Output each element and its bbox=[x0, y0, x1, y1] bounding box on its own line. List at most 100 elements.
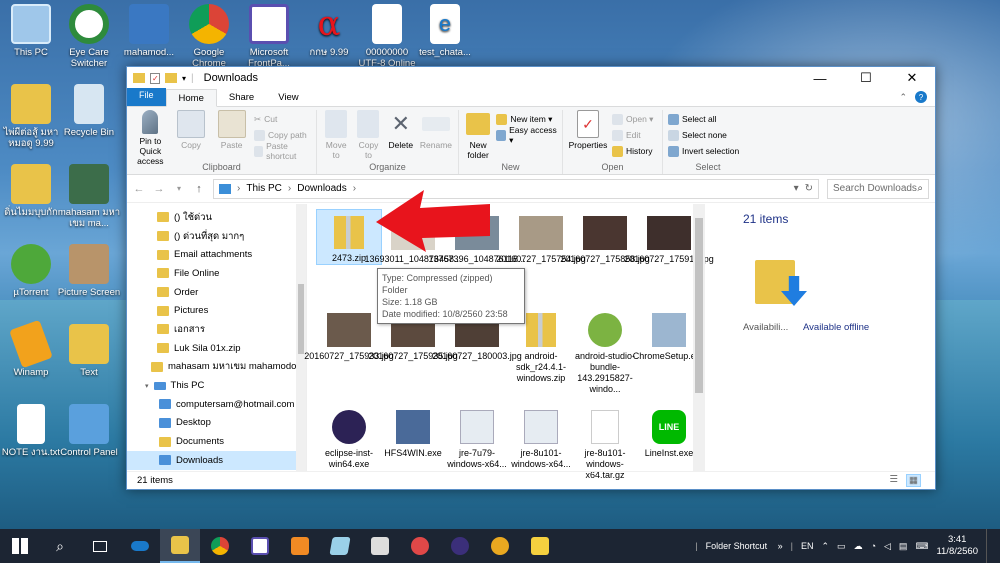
cloud-icon[interactable]: ☁ bbox=[854, 541, 863, 552]
invert-selection-button[interactable]: Invert selection bbox=[668, 144, 739, 158]
copy-path-button[interactable]: Copy path bbox=[254, 128, 311, 142]
tab-home[interactable]: Home bbox=[165, 89, 217, 107]
desktop-icon-utf8[interactable]: 00000000 UTF-8 Online bbox=[354, 4, 420, 69]
volume-icon[interactable]: ◁ bbox=[884, 541, 891, 552]
desktop-icon-mahasam[interactable]: mahasam มหาเขม ma... bbox=[56, 164, 122, 229]
address-dropdown-icon[interactable]: ▾ bbox=[794, 183, 799, 194]
nav-item-this-pc[interactable]: ▾ This PC bbox=[145, 376, 306, 395]
taskbar-app[interactable] bbox=[320, 529, 360, 563]
network-icon[interactable]: ▤ bbox=[899, 541, 908, 552]
file-scrollbar-thumb[interactable] bbox=[695, 218, 703, 393]
desktop-icon-utorrent[interactable]: µTorrent bbox=[0, 244, 64, 298]
nav-item[interactable]: Luk Sila 01x.zip bbox=[157, 339, 306, 358]
file-scrollbar[interactable] bbox=[693, 204, 705, 471]
taskbar-chrome[interactable] bbox=[200, 529, 240, 563]
search-button[interactable]: ⌕ bbox=[40, 529, 80, 563]
tab-share[interactable]: Share bbox=[217, 88, 266, 106]
desktop-icon-winamp[interactable]: Winamp bbox=[0, 319, 64, 378]
large-icons-view-icon[interactable]: ▦ bbox=[906, 474, 921, 487]
show-desktop-button[interactable] bbox=[986, 529, 992, 563]
desktop-icon-chrome[interactable]: Google Chrome bbox=[176, 4, 242, 69]
minimize-button[interactable]: — bbox=[797, 67, 843, 89]
cut-button[interactable]: ✂ Cut bbox=[254, 112, 311, 126]
desktop-icon-eye-care[interactable]: Eye Care Switcher bbox=[56, 4, 122, 69]
chevron-up-icon[interactable]: ⌃ bbox=[822, 541, 830, 552]
nav-item[interactable]: computersam@hotmail.com bbox=[159, 395, 306, 414]
collapse-ribbon-icon[interactable]: ⌃ bbox=[899, 92, 907, 103]
desktop-icon-note[interactable]: NOTE งาน.txt bbox=[0, 404, 64, 458]
forward-button[interactable]: → bbox=[153, 183, 165, 195]
tab-file[interactable]: File bbox=[127, 88, 166, 106]
back-button[interactable]: ← bbox=[133, 183, 145, 195]
open-button[interactable]: Open ▾ bbox=[612, 112, 653, 126]
recent-locations-icon[interactable]: ▾ bbox=[173, 184, 185, 193]
nav-item-user[interactable]: mahasam มหาเขม mahamodo. bbox=[151, 358, 306, 377]
toolbar-label[interactable]: Folder Shortcut bbox=[706, 541, 770, 551]
customize-quick-access-icon[interactable]: ▾ bbox=[182, 74, 186, 83]
nav-item[interactable]: File Online bbox=[157, 264, 306, 283]
desktop-icon-alpha[interactable]: α กกษ 9.99 bbox=[296, 4, 362, 58]
taskbar-settings[interactable] bbox=[480, 529, 520, 563]
nav-item[interactable]: Email attachments bbox=[157, 245, 306, 264]
desktop-icon-control-panel[interactable]: Control Panel bbox=[56, 404, 122, 458]
edit-button[interactable]: Edit bbox=[612, 128, 653, 142]
taskbar-photos[interactable] bbox=[280, 529, 320, 563]
taskbar-notes[interactable] bbox=[520, 529, 560, 563]
nav-item-downloads[interactable]: Downloads bbox=[127, 450, 297, 470]
desktop-icon-recycle-bin[interactable]: Recycle Bin bbox=[56, 84, 122, 138]
select-none-button[interactable]: Select none bbox=[668, 128, 739, 142]
nav-scrollbar[interactable] bbox=[296, 204, 306, 471]
taskbar-media[interactable] bbox=[440, 529, 480, 563]
desktop-icon-frontpage[interactable]: Microsoft FrontPa... bbox=[236, 4, 302, 69]
nav-item[interactable]: เอกสาร bbox=[157, 320, 306, 339]
breadcrumb-this-pc[interactable]: This PC bbox=[246, 183, 282, 194]
nav-item[interactable]: Order bbox=[157, 283, 306, 302]
maximize-button[interactable]: ☐ bbox=[843, 67, 889, 89]
file-item[interactable]: 20160727_175917.jpg bbox=[624, 210, 714, 307]
nav-item[interactable]: Desktop bbox=[159, 414, 306, 433]
recycle-bin-icon bbox=[74, 84, 104, 124]
search-input[interactable]: Search Downloads ⌕ bbox=[827, 178, 929, 199]
wifi-icon[interactable]: ◔ bbox=[871, 541, 876, 551]
display-icon[interactable]: ▭ bbox=[837, 541, 846, 552]
nav-item[interactable]: Pictures bbox=[157, 301, 306, 320]
file-item[interactable]: android-studio-bundle-143.2915827-windo.… bbox=[573, 307, 637, 404]
breadcrumb-downloads[interactable]: Downloads bbox=[297, 183, 346, 194]
close-button[interactable]: ✕ bbox=[889, 67, 935, 89]
taskbar-calculator[interactable] bbox=[360, 529, 400, 563]
chevron-double-right-icon[interactable]: » bbox=[778, 541, 783, 551]
address-bar[interactable]: › This PC › Downloads › ▾ ↻ bbox=[213, 178, 819, 199]
help-icon[interactable]: ? bbox=[915, 91, 927, 103]
desktop-icon-picture-screen[interactable]: Picture Screen bbox=[56, 244, 122, 298]
desktop-icon-this-pc[interactable]: This PC bbox=[0, 4, 64, 58]
up-button[interactable]: ↑ bbox=[193, 183, 205, 195]
easy-access-button[interactable]: Easy access ▾ bbox=[496, 125, 557, 145]
nav-item[interactable]: Documents bbox=[159, 432, 306, 451]
language-indicator[interactable]: EN bbox=[801, 541, 814, 551]
paste-shortcut-button[interactable]: Paste shortcut bbox=[254, 141, 311, 161]
nav-item[interactable]: () ใช้ด่วน bbox=[157, 208, 306, 227]
desktop-icon-mahamod[interactable]: mahamod... bbox=[116, 4, 182, 58]
new-folder-icon[interactable] bbox=[165, 73, 177, 83]
taskbar-file-explorer[interactable] bbox=[160, 529, 200, 563]
properties-icon[interactable]: ✓ bbox=[150, 72, 160, 84]
keyboard-icon[interactable]: ⌨ bbox=[915, 541, 928, 552]
start-button[interactable] bbox=[0, 529, 40, 563]
refresh-icon[interactable]: ↻ bbox=[805, 183, 813, 194]
nav-scrollbar-thumb[interactable] bbox=[298, 284, 304, 354]
nav-item[interactable]: () ด่วนที่สุด มากๆ bbox=[157, 227, 306, 246]
desktop-icon-text[interactable]: Text bbox=[56, 324, 122, 378]
tab-view[interactable]: View bbox=[266, 88, 310, 106]
desktop-icon-game[interactable]: ไพ่ผีต่อสู้ มหา หมอดู 9.99 bbox=[0, 84, 64, 149]
details-view-icon[interactable]: ☰ bbox=[889, 474, 898, 487]
clock[interactable]: 3:41 11/8/2560 bbox=[936, 534, 978, 558]
desktop-icon-folder-thai[interactable]: ดิ่นไมมบุบกัก bbox=[0, 164, 64, 218]
task-view-button[interactable] bbox=[80, 529, 120, 563]
history-button[interactable]: History bbox=[612, 144, 653, 158]
file-item[interactable]: ChromeSetup.exe bbox=[633, 307, 705, 404]
taskbar-onedrive[interactable] bbox=[120, 529, 160, 563]
desktop-icon-test-chat[interactable]: e test_chata... bbox=[412, 4, 478, 58]
select-all-button[interactable]: Select all bbox=[668, 112, 739, 126]
taskbar-frontpage[interactable] bbox=[240, 529, 280, 563]
taskbar-paint[interactable] bbox=[400, 529, 440, 563]
